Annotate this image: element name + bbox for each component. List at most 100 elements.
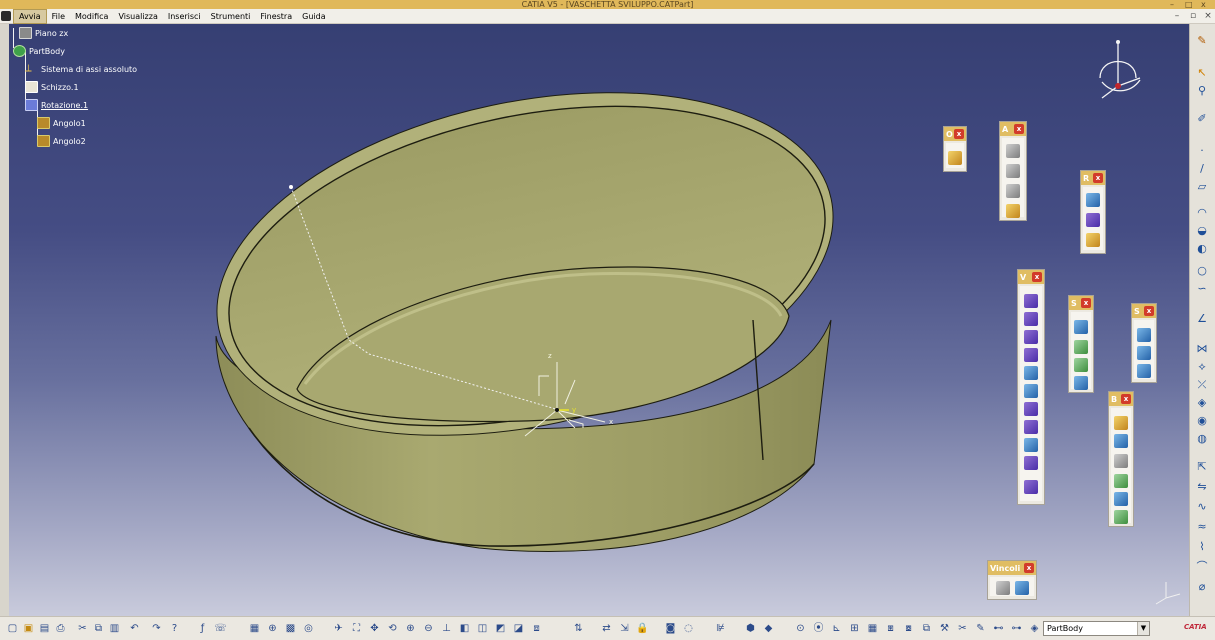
constraint-defined-icon[interactable] [1014, 581, 1029, 595]
zoom-out-icon[interactable]: ⊖ [422, 622, 435, 635]
pattern-icon[interactable] [1086, 213, 1100, 227]
groove-icon[interactable] [1024, 348, 1038, 362]
join-icon[interactable]: ⋈ [1195, 342, 1209, 356]
offset-icon[interactable]: ◍ [1195, 432, 1209, 446]
menu-file[interactable]: File [47, 10, 70, 23]
axis-view-icon[interactable]: ⊾ [830, 622, 843, 635]
slot-icon[interactable] [1024, 402, 1038, 416]
tree-item-sistema-di-assi[interactable]: ⟂ Sistema di assi assoluto [25, 62, 137, 76]
minimize-button[interactable]: – [1170, 0, 1174, 9]
copy-icon[interactable]: ⧉ [92, 622, 105, 635]
corner-icon[interactable]: ∠ [1195, 312, 1209, 326]
spline-icon[interactable]: ∽ [1195, 282, 1209, 296]
annotation-text-icon[interactable] [1006, 144, 1020, 158]
pan-icon[interactable]: ✥ [368, 622, 381, 635]
body-icon[interactable]: ◈ [1028, 622, 1041, 635]
loft-icon[interactable] [1024, 438, 1038, 452]
draft-icon[interactable] [1114, 454, 1128, 468]
chamfer-icon[interactable] [1114, 434, 1128, 448]
shaft-icon[interactable] [1024, 330, 1038, 344]
section-icon[interactable]: ⧇ [902, 622, 915, 635]
menu-visualizza[interactable]: Visualizza [113, 10, 162, 23]
toolbar-r[interactable]: Rx [1080, 170, 1106, 254]
iso-view-icon[interactable]: ◫ [476, 622, 489, 635]
stiffener-icon[interactable] [1024, 420, 1038, 434]
redo-icon[interactable]: ↷ [150, 622, 163, 635]
fillet-icon[interactable] [1114, 416, 1128, 430]
marker-icon[interactable]: ✎ [974, 622, 987, 635]
paste-icon[interactable]: ▥ [108, 622, 121, 635]
toolbar-a[interactable]: Ax [999, 121, 1027, 221]
menu-strumenti[interactable]: Strumenti [206, 10, 256, 23]
thread-icon[interactable] [1114, 510, 1128, 524]
inertia-icon[interactable]: ⊶ [1010, 622, 1023, 635]
whats-this-icon[interactable]: ? [168, 622, 181, 635]
tools-icon[interactable]: ⚒ [938, 622, 951, 635]
thickness-icon[interactable] [1114, 492, 1128, 506]
grid-icon[interactable]: ⊞ [848, 622, 861, 635]
hole-icon[interactable] [1024, 366, 1038, 380]
scale-icon[interactable] [1086, 233, 1100, 247]
output-feature-icon[interactable] [1137, 364, 1151, 378]
measure-item-icon[interactable]: ⊷ [992, 622, 1005, 635]
tree-item-schizzo[interactable]: Schizzo.1 [25, 80, 79, 94]
rib-icon[interactable] [1024, 384, 1038, 398]
annotation-view-icon[interactable] [1006, 184, 1020, 198]
catalog-icon[interactable]: ▩ [284, 622, 297, 635]
normal-view-icon[interactable]: ⊥ [440, 622, 453, 635]
toolbar-close-button[interactable]: x [1144, 306, 1154, 316]
boundary-icon[interactable]: ◈ [1195, 396, 1209, 410]
open-icon[interactable]: ▣ [22, 622, 35, 635]
close-button[interactable]: x [1201, 0, 1206, 9]
fit-all-icon[interactable]: ⛶ [350, 622, 363, 635]
views-icon[interactable]: ◧ [458, 622, 471, 635]
fill-icon[interactable]: ◉ [1195, 414, 1209, 428]
3d-viewport[interactable]: z x y Piano zx PartBody ⟂ Sistema di ass… [9, 24, 1189, 616]
pocket-icon[interactable] [1024, 312, 1038, 326]
menu-finestra[interactable]: Finestra [255, 10, 297, 23]
split-surface-icon[interactable]: ⟡ [1195, 360, 1209, 374]
toolbar-close-button[interactable]: x [1014, 124, 1024, 134]
thick-surface-icon[interactable] [1074, 340, 1088, 354]
apply-material-icon[interactable]: ⬢ [744, 622, 757, 635]
tree-item-partbody[interactable]: PartBody [13, 44, 65, 58]
new-icon[interactable]: ▢ [6, 622, 19, 635]
menu-guida[interactable]: Guida [297, 10, 330, 23]
sketcher-icon[interactable]: ✎ [1195, 34, 1209, 48]
tree-item-rotazione[interactable]: Rotazione.1 [25, 98, 88, 112]
tree-item-piano-zx[interactable]: Piano zx [19, 26, 68, 40]
maximize-button[interactable]: □ [1185, 0, 1193, 9]
mesh-icon[interactable]: ▦ [866, 622, 879, 635]
body-selector[interactable]: PartBody ▼ [1043, 621, 1150, 636]
multi-pad-icon[interactable] [1024, 480, 1038, 494]
lock-icon[interactable]: 🔒 [636, 622, 649, 635]
knowledge-icon[interactable]: ⊕ [266, 622, 279, 635]
clipping-icon[interactable]: ⧆ [884, 622, 897, 635]
toolbar-b[interactable]: Bx [1108, 391, 1134, 527]
swap-space-icon[interactable]: ⧈ [530, 622, 543, 635]
spin-icon[interactable]: ⦿ [812, 622, 825, 635]
menu-inserisci[interactable]: Inserisci [163, 10, 206, 23]
annotation-plane-icon[interactable] [1006, 204, 1020, 218]
move-icon[interactable]: ⇄ [600, 622, 613, 635]
blend-icon[interactable]: ⌒ [1195, 560, 1209, 574]
catia-app-icon[interactable] [1, 11, 11, 21]
toolbar-vincoli[interactable]: Vincoli x [987, 560, 1037, 600]
connect-curve-icon[interactable]: ⌇ [1195, 540, 1209, 554]
translate-icon[interactable]: ⇱ [1195, 460, 1209, 474]
analysis-icon[interactable]: ⊯ [714, 622, 727, 635]
save-icon[interactable]: ▤ [38, 622, 51, 635]
rotate-view-icon[interactable]: ⟲ [386, 622, 399, 635]
toolbar-s2[interactable]: Sx [1131, 303, 1157, 383]
extrude-surface-icon[interactable]: ◠ [1195, 206, 1209, 220]
rotate-icon[interactable] [1086, 193, 1100, 207]
tree-item-angolo1[interactable]: Angolo1 [37, 116, 86, 130]
doc-close-icon[interactable]: × [1201, 11, 1215, 22]
shading-icon[interactable]: ◩ [494, 622, 507, 635]
helix-icon[interactable]: ⌀ [1195, 580, 1209, 594]
menu-avvia[interactable]: Avvia [13, 8, 47, 24]
sketch-analysis-icon[interactable]: ⊙ [794, 622, 807, 635]
close-surface-icon[interactable] [1074, 358, 1088, 372]
sew-surface-icon[interactable] [1074, 376, 1088, 390]
light-icon[interactable]: ◌ [682, 622, 695, 635]
